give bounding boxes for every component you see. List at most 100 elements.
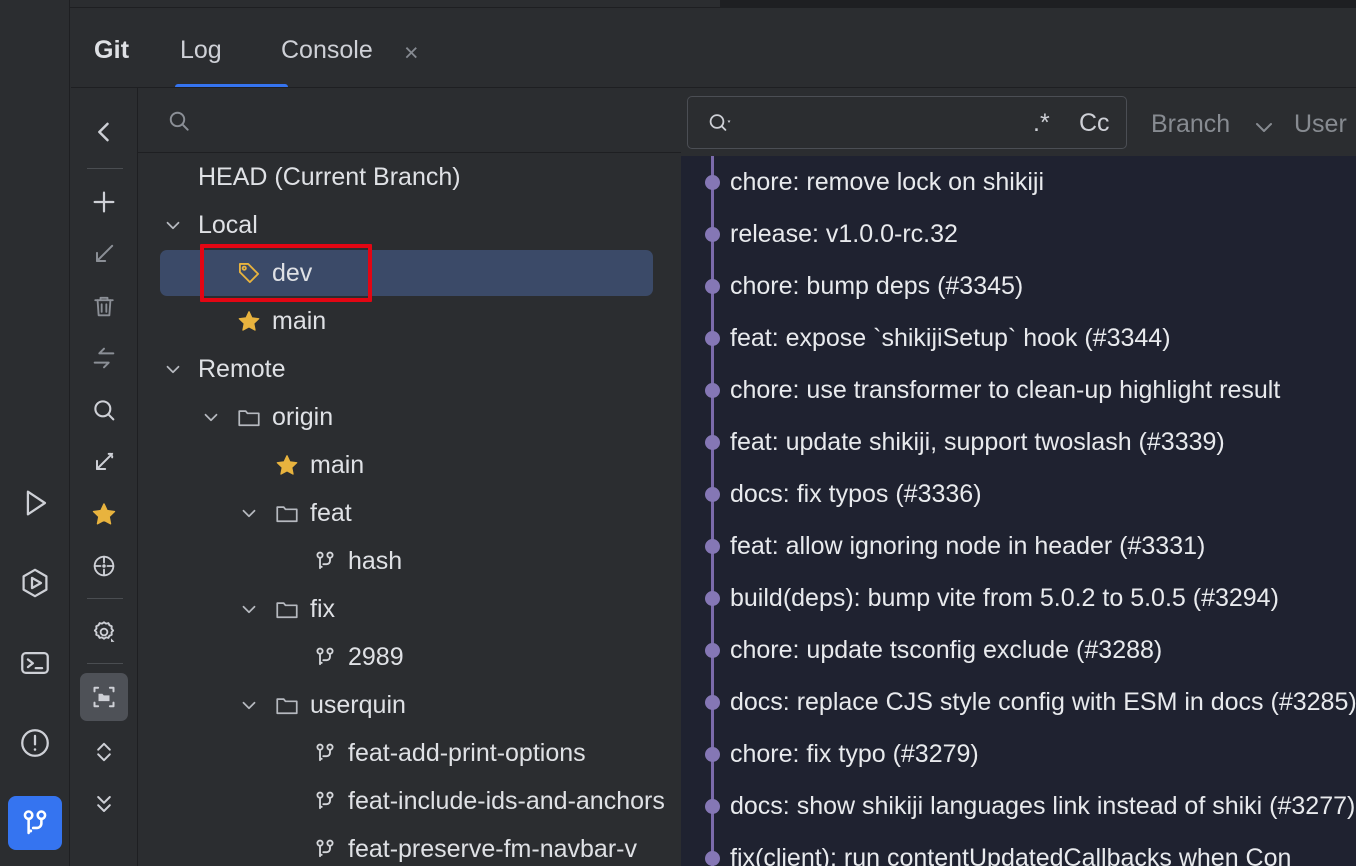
commit-message: chore: remove lock on shikiji — [730, 168, 1044, 197]
commit-list[interactable]: chore: remove lock on shikiji release: v1… — [681, 156, 1356, 866]
target-icon[interactable] — [80, 542, 128, 590]
tree-item-label: 2989 — [348, 643, 404, 672]
tree-item-label: main — [310, 451, 364, 480]
delete-icon[interactable] — [80, 282, 128, 330]
settings-icon[interactable] — [80, 608, 128, 656]
git-icon[interactable] — [8, 796, 62, 850]
problems-icon[interactable] — [8, 716, 62, 770]
tree-group-feat[interactable]: feat — [138, 489, 681, 537]
folder-icon — [236, 404, 262, 430]
commit-row[interactable]: chore: bump deps (#3345) — [681, 260, 1356, 312]
collapse-panel-icon[interactable] — [80, 108, 128, 156]
branch-filter[interactable]: Branch — [1151, 110, 1230, 139]
left-tool-column — [0, 0, 70, 866]
commit-row[interactable]: feat: update shikiji, support twoslash (… — [681, 416, 1356, 468]
tree-item-label: feat-add-print-options — [348, 739, 586, 768]
chevron-down-icon[interactable] — [162, 358, 184, 380]
commit-message: chore: use transformer to clean-up highl… — [730, 376, 1280, 405]
tree-group-origin[interactable]: origin — [138, 393, 681, 441]
tree-item-main-local[interactable]: main — [138, 297, 681, 345]
commit-row[interactable]: build(deps): bump vite from 5.0.2 to 5.0… — [681, 572, 1356, 624]
commit-row[interactable]: release: v1.0.0-rc.32 — [681, 208, 1356, 260]
commit-message: chore: bump deps (#3345) — [730, 272, 1023, 301]
commit-row[interactable]: fix(client): run contentUpdatedCallbacks… — [681, 832, 1356, 866]
commit-node-icon — [705, 591, 720, 606]
expand-icon[interactable] — [80, 438, 128, 486]
regex-toggle[interactable]: .* — [1033, 109, 1050, 138]
folder-icon — [274, 596, 300, 622]
tree-item-hash[interactable]: hash — [138, 537, 681, 585]
tree-item-2989[interactable]: 2989 — [138, 633, 681, 681]
commit-row[interactable]: docs: show shikiji languages link instea… — [681, 780, 1356, 832]
tree-item-feat-add-print-options[interactable]: feat-add-print-options — [138, 729, 681, 777]
fetch-icon[interactable] — [80, 230, 128, 278]
log-panel: .* Cc Branch User chore: remove lock on … — [681, 88, 1356, 866]
commit-row[interactable]: chore: use transformer to clean-up highl… — [681, 364, 1356, 416]
git-tool-column — [70, 8, 138, 866]
commit-message: chore: fix typo (#3279) — [730, 740, 979, 769]
commit-node-icon — [705, 331, 720, 346]
tree-item-label: feat — [310, 499, 352, 528]
commit-message: docs: replace CJS style config with ESM … — [730, 688, 1356, 717]
commit-message: docs: fix typos (#3336) — [730, 480, 982, 509]
tree-group-local[interactable]: Local — [138, 201, 681, 249]
tree-item-label: fix — [310, 595, 335, 624]
log-search-input[interactable] — [750, 108, 1015, 138]
log-search-box[interactable]: .* Cc — [687, 96, 1127, 149]
tree-item-label: origin — [272, 403, 333, 432]
run-icon[interactable] — [8, 476, 62, 530]
commit-row[interactable]: chore: remove lock on shikiji — [681, 156, 1356, 208]
commit-row[interactable]: docs: replace CJS style config with ESM … — [681, 676, 1356, 728]
tree-item-label: dev — [272, 259, 312, 288]
tree-group-fix[interactable]: fix — [138, 585, 681, 633]
branch-icon — [312, 740, 338, 766]
branch-icon — [312, 644, 338, 670]
compare-icon[interactable] — [80, 334, 128, 382]
commit-row[interactable]: chore: update tsconfig exclude (#3288) — [681, 624, 1356, 676]
tree-group-userquin[interactable]: userquin — [138, 681, 681, 729]
chevron-down-icon[interactable] — [200, 406, 222, 428]
chevron-down-icon[interactable] — [238, 502, 260, 524]
log-toolbar: .* Cc Branch User — [681, 88, 1356, 156]
search-icon[interactable] — [80, 386, 128, 434]
commit-row[interactable]: feat: allow ignoring node in header (#33… — [681, 520, 1356, 572]
chevron-down-icon[interactable] — [1251, 118, 1277, 141]
tree-item-dev[interactable]: dev — [138, 249, 681, 297]
commit-row[interactable]: chore: fix typo (#3279) — [681, 728, 1356, 780]
add-branch-icon[interactable] — [80, 178, 128, 226]
tree-item-label: main — [272, 307, 326, 336]
commit-message: feat: update shikiji, support twoslash (… — [730, 428, 1225, 457]
grouping-icon[interactable] — [80, 673, 128, 721]
collapse-all-icon[interactable] — [80, 780, 128, 828]
tab-console[interactable]: Console — [281, 36, 373, 65]
tab-log[interactable]: Log — [180, 36, 222, 65]
user-filter[interactable]: User — [1294, 110, 1347, 139]
tree-item-label: HEAD (Current Branch) — [198, 163, 461, 192]
favorites-icon[interactable] — [80, 490, 128, 538]
commit-message: build(deps): bump vite from 5.0.2 to 5.0… — [730, 584, 1279, 613]
commit-node-icon — [705, 487, 720, 502]
tree-item-feat-preserve-fm-navbar[interactable]: feat-preserve-fm-navbar-v — [138, 825, 681, 866]
commit-row[interactable]: feat: expose `shikijiSetup` hook (#3344) — [681, 312, 1356, 364]
terminal-icon[interactable] — [8, 636, 62, 690]
commit-message: release: v1.0.0-rc.32 — [730, 220, 958, 249]
chevron-down-icon[interactable] — [238, 598, 260, 620]
expand-all-icon[interactable] — [80, 728, 128, 776]
tree-item-head[interactable]: HEAD (Current Branch) — [138, 153, 681, 201]
commit-node-icon — [705, 695, 720, 710]
tree-item-label: feat-preserve-fm-navbar-v — [348, 835, 637, 864]
close-icon[interactable]: × — [404, 41, 419, 66]
commit-row[interactable]: docs: fix typos (#3336) — [681, 468, 1356, 520]
branch-search-input[interactable] — [200, 104, 640, 138]
chevron-down-icon[interactable] — [162, 214, 184, 236]
debug-icon[interactable] — [8, 556, 62, 610]
chevron-down-icon[interactable] — [238, 694, 260, 716]
tree-group-remote[interactable]: Remote — [138, 345, 681, 393]
tab-bar: Git Log Console × — [71, 8, 1356, 88]
branch-search-row[interactable] — [138, 88, 681, 153]
match-case-toggle[interactable]: Cc — [1079, 109, 1110, 138]
search-dropdown-icon[interactable] — [706, 110, 736, 143]
tree-item-feat-include-ids-and-anchors[interactable]: feat-include-ids-and-anchors — [138, 777, 681, 825]
tree-item-main-origin[interactable]: main — [138, 441, 681, 489]
search-icon — [166, 108, 192, 139]
